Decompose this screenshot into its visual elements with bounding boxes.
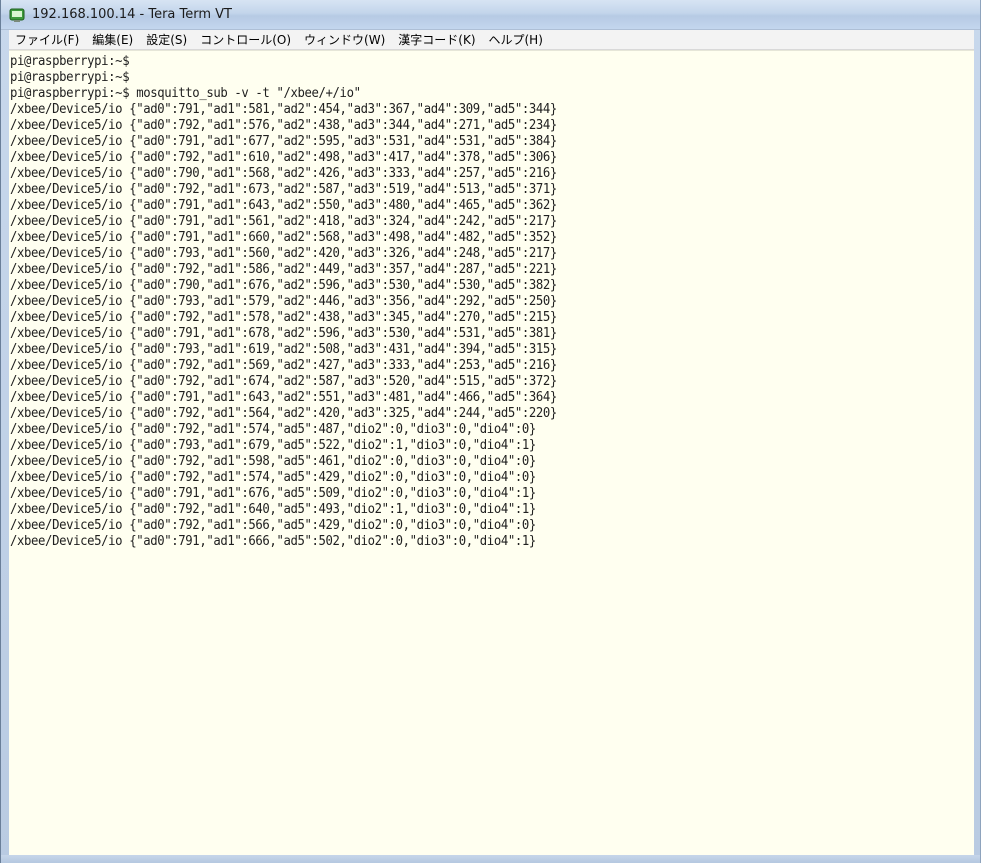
terminal-line: /xbee/Device5/io {"ad0":791,"ad1":666,"a… [10, 534, 536, 549]
terminal-line: /xbee/Device5/io {"ad0":791,"ad1":660,"a… [10, 230, 557, 245]
terminal-line: /xbee/Device5/io {"ad0":792,"ad1":674,"a… [10, 374, 557, 389]
window-bottom-border [1, 855, 980, 863]
terminal-line: /xbee/Device5/io {"ad0":792,"ad1":564,"a… [10, 406, 557, 421]
menu-window[interactable]: ウィンドウ(W) [304, 31, 385, 49]
terminal-line: pi@raspberrypi:~$ [10, 54, 130, 69]
title-bar[interactable]: 192.168.100.14 - Tera Term VT [1, 0, 980, 30]
terminal-line: /xbee/Device5/io {"ad0":791,"ad1":676,"a… [10, 486, 536, 501]
terminal-line: /xbee/Device5/io {"ad0":793,"ad1":560,"a… [10, 246, 557, 261]
terminal-line: /xbee/Device5/io {"ad0":792,"ad1":574,"a… [10, 422, 536, 437]
terminal-line: /xbee/Device5/io {"ad0":791,"ad1":561,"a… [10, 214, 557, 229]
terminal-line: /xbee/Device5/io {"ad0":791,"ad1":677,"a… [10, 134, 557, 149]
terminal-output: pi@raspberrypi:~$ pi@raspberrypi:~$ pi@ras… [10, 54, 598, 550]
tera-term-window: 192.168.100.14 - Tera Term VT ファイル(F) 編集… [0, 0, 981, 863]
terminal-line: /xbee/Device5/io {"ad0":793,"ad1":679,"a… [10, 438, 536, 453]
terminal-line: /xbee/Device5/io {"ad0":792,"ad1":578,"a… [10, 310, 557, 325]
terminal-line: pi@raspberrypi:~$ mosquitto_sub -v -t "/… [10, 86, 361, 101]
terminal-line: /xbee/Device5/io {"ad0":791,"ad1":581,"a… [10, 102, 557, 117]
menu-setup[interactable]: 設定(S) [146, 31, 187, 49]
menu-control[interactable]: コントロール(O) [200, 31, 291, 49]
terminal-line: /xbee/Device5/io {"ad0":792,"ad1":598,"a… [10, 454, 536, 469]
terminal-line: /xbee/Device5/io {"ad0":792,"ad1":673,"a… [10, 182, 557, 197]
terminal-line: /xbee/Device5/io {"ad0":792,"ad1":586,"a… [10, 262, 557, 277]
menu-kanji-code[interactable]: 漢字コード(K) [398, 31, 475, 49]
terminal-line: /xbee/Device5/io {"ad0":793,"ad1":619,"a… [10, 342, 557, 357]
terminal-line: /xbee/Device5/io {"ad0":792,"ad1":569,"a… [10, 358, 557, 373]
terminal-line: /xbee/Device5/io {"ad0":792,"ad1":566,"a… [10, 518, 536, 533]
tera-term-icon[interactable] [9, 7, 25, 23]
terminal-line: /xbee/Device5/io {"ad0":790,"ad1":676,"a… [10, 278, 557, 293]
window-title: 192.168.100.14 - Tera Term VT [32, 7, 232, 22]
terminal-line: /xbee/Device5/io {"ad0":792,"ad1":640,"a… [10, 502, 536, 517]
terminal-line: /xbee/Device5/io {"ad0":791,"ad1":643,"a… [10, 198, 557, 213]
terminal-line: /xbee/Device5/io {"ad0":790,"ad1":568,"a… [10, 166, 557, 181]
terminal-screen[interactable]: pi@raspberrypi:~$ pi@raspberrypi:~$ pi@ras… [9, 50, 974, 855]
terminal-line: /xbee/Device5/io {"ad0":792,"ad1":610,"a… [10, 150, 557, 165]
terminal-line: /xbee/Device5/io {"ad0":792,"ad1":574,"a… [10, 470, 536, 485]
terminal-line: /xbee/Device5/io {"ad0":793,"ad1":579,"a… [10, 294, 557, 309]
menu-help[interactable]: ヘルプ(H) [489, 31, 543, 49]
terminal-line: /xbee/Device5/io {"ad0":791,"ad1":643,"a… [10, 390, 557, 405]
terminal-line: pi@raspberrypi:~$ [10, 70, 130, 85]
terminal-line: /xbee/Device5/io {"ad0":791,"ad1":678,"a… [10, 326, 557, 341]
menu-edit[interactable]: 編集(E) [92, 31, 133, 49]
menu-file[interactable]: ファイル(F) [15, 31, 79, 49]
menu-bar: ファイル(F) 編集(E) 設定(S) コントロール(O) ウィンドウ(W) 漢… [9, 30, 974, 50]
terminal-line: /xbee/Device5/io {"ad0":792,"ad1":576,"a… [10, 118, 557, 133]
